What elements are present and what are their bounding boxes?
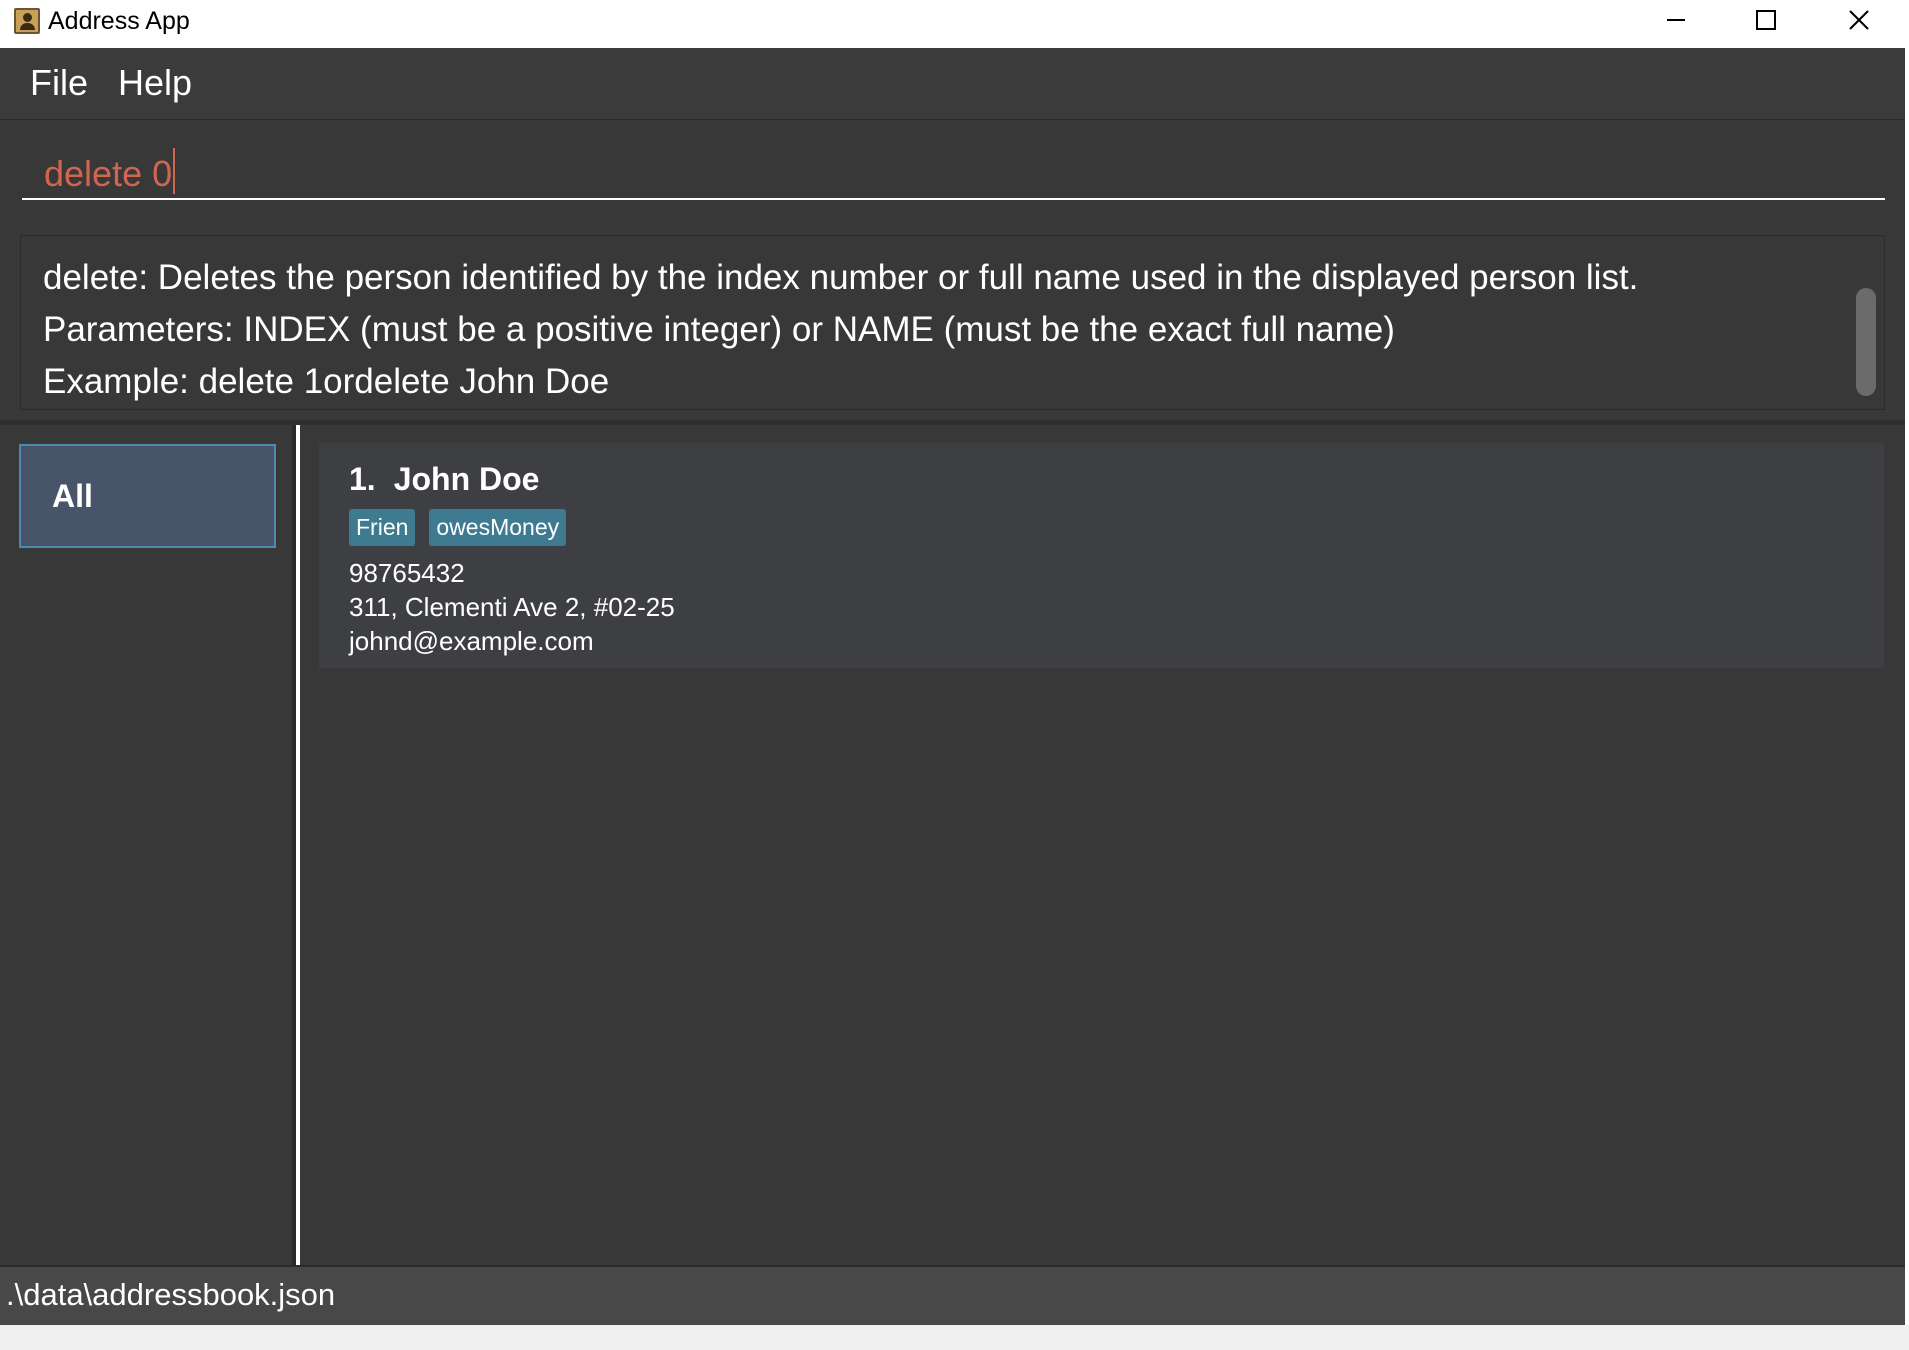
- menu-file[interactable]: File: [30, 62, 88, 104]
- minimize-button[interactable]: [1630, 0, 1722, 40]
- person-address: 311, Clementi Ave 2, #02-25: [349, 592, 675, 622]
- category-sidebar: All: [0, 425, 296, 1265]
- menu-help[interactable]: Help: [118, 62, 192, 104]
- minimize-icon: [1667, 19, 1685, 21]
- result-scrollbar[interactable]: [1856, 288, 1876, 396]
- window-bottom-edge: [0, 1325, 1909, 1350]
- sidebar-item-all[interactable]: All: [19, 444, 276, 548]
- command-text: delete 0: [44, 153, 173, 194]
- result-display[interactable]: delete: Deletes the person identified by…: [20, 235, 1885, 410]
- result-line: Example: delete 1ordelete John Doe: [43, 362, 610, 401]
- status-bar: .\data\addressbook.json: [0, 1265, 1905, 1325]
- person-card[interactable]: 1. John Doe Frien owesMoney 98765432 311…: [319, 443, 1884, 668]
- command-input[interactable]: delete 0: [22, 138, 1885, 200]
- tag-badge: owesMoney: [429, 509, 567, 546]
- person-list: 1. John Doe Frien owesMoney 98765432 311…: [300, 425, 1905, 1265]
- close-icon: [1849, 10, 1869, 30]
- window-title: Address App: [48, 7, 190, 35]
- result-line: delete: Deletes the person identified by…: [43, 258, 1639, 297]
- person-name: John Doe: [393, 461, 540, 497]
- save-location: .\data\addressbook.json: [6, 1277, 336, 1312]
- person-index: 1.: [349, 461, 376, 497]
- menu-bar: File Help: [0, 48, 1909, 120]
- maximize-icon: [1756, 10, 1776, 30]
- tag-badge: Frien: [349, 509, 416, 546]
- address-book-icon: [14, 8, 40, 34]
- title-bar[interactable]: Address App: [0, 0, 1909, 48]
- command-area: delete 0: [0, 120, 1905, 223]
- result-line: Parameters: INDEX (must be a positive in…: [43, 310, 1395, 349]
- text-caret: [173, 148, 176, 194]
- tag-list: Frien owesMoney: [349, 509, 1854, 546]
- app-window: Address App File Help delete 0 delete: D…: [0, 0, 1909, 1350]
- sidebar-item-label: All: [52, 477, 93, 514]
- person-phone: 98765432: [349, 558, 465, 588]
- person-email: johnd@example.com: [349, 626, 594, 656]
- result-area: delete: Deletes the person identified by…: [0, 223, 1905, 420]
- window-edge: [1905, 48, 1909, 1325]
- close-button[interactable]: [1813, 0, 1905, 40]
- maximize-button[interactable]: [1720, 0, 1812, 40]
- person-header: 1. John Doe: [349, 459, 1854, 499]
